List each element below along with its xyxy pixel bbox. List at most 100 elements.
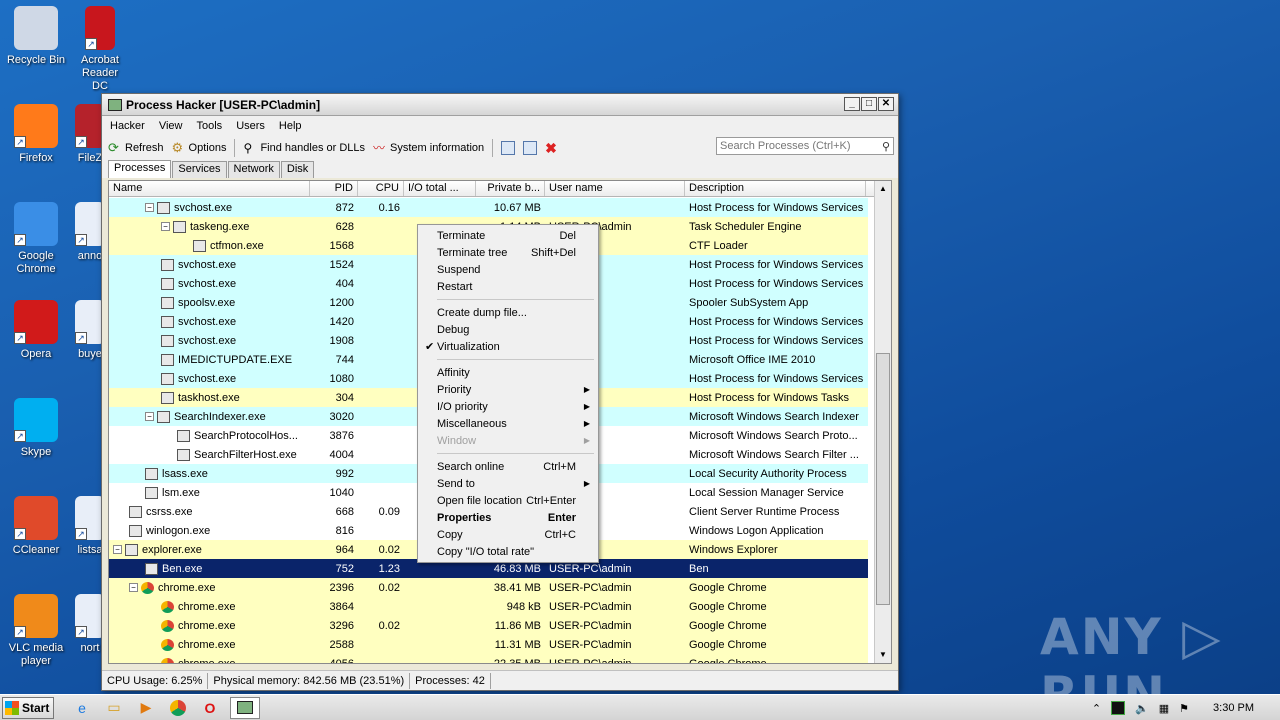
process-pid: 304 [335, 391, 354, 404]
submenu-arrow-icon: ▶ [583, 385, 590, 394]
column-header[interactable]: PID [310, 181, 358, 196]
menu-item-affinity[interactable]: Affinity [420, 364, 596, 381]
menu-item-priority[interactable]: Priority ▶ [420, 381, 596, 398]
process-hacker-tray-icon[interactable] [1111, 701, 1126, 715]
title-bar[interactable]: Process Hacker [USER-PC\admin] _ □ ✕ [102, 94, 898, 116]
process-row[interactable]: chrome.exe 2588 11.31 MB USER-PC\admin Googl… [109, 635, 868, 654]
collapse-toggle-icon[interactable]: − [113, 545, 122, 554]
show-hidden-icons-icon[interactable]: ⌃ [1092, 702, 1101, 715]
terminate-x-icon[interactable]: ✖ [545, 141, 559, 155]
process-pid: 404 [335, 277, 354, 290]
vertical-scrollbar[interactable]: ▲ ▼ [874, 181, 891, 663]
minimize-button[interactable]: _ [844, 97, 860, 111]
process-icon [161, 334, 174, 347]
menu-item-open-file-location[interactable]: Open file location Ctrl+Enter [420, 492, 596, 509]
tab-network[interactable]: Network [227, 161, 280, 178]
process-description: Local Security Authority Process [689, 467, 847, 480]
file-explorer-icon[interactable]: ▭ [102, 697, 126, 719]
menu-hacker[interactable]: Hacker [110, 120, 145, 132]
process-name: csrss.exe [146, 505, 193, 518]
column-header[interactable]: Private b... [476, 181, 545, 196]
menu-item-send-to[interactable]: Send to ▶ [420, 475, 596, 492]
start-button[interactable]: Start [2, 696, 54, 719]
chrome-taskbar-icon[interactable] [166, 697, 190, 719]
menu-item-miscellaneous[interactable]: Miscellaneous ▶ [420, 415, 596, 432]
process-hacker-taskbar-icon[interactable] [230, 696, 260, 719]
desktop-icon[interactable]: ↗ VLC media player [0, 594, 72, 668]
desktop-icon[interactable]: ↗ Google Chrome [0, 202, 72, 276]
column-header[interactable]: CPU [358, 181, 404, 196]
scroll-down-icon[interactable]: ▼ [875, 647, 891, 663]
collapse-toggle-icon[interactable]: − [145, 203, 154, 212]
chrome-process-icon [161, 657, 174, 663]
find-handles-button[interactable]: ⚲ Find handles or DLLs [243, 141, 365, 155]
process-row[interactable]: − svchost.exe 872 0.16 10.67 MB Host Process … [109, 198, 868, 217]
binoculars-icon: ⚲ [243, 141, 253, 155]
column-header[interactable]: Description [685, 181, 866, 196]
menu-item-suspend[interactable]: Suspend [420, 261, 596, 278]
menu-item-search-online[interactable]: Search online Ctrl+M [420, 458, 596, 475]
windows-logo-icon [5, 700, 19, 715]
media-player-icon[interactable]: ▶ [134, 697, 158, 719]
menu-item-properties[interactable]: Properties Enter [420, 509, 596, 526]
flag-icon[interactable]: ⚑ [1179, 702, 1189, 715]
process-description: Client Server Runtime Process [689, 505, 840, 518]
opera-icon: ↗ [14, 300, 58, 344]
window-go-icon[interactable] [523, 141, 538, 155]
options-button[interactable]: ⚙ Options [172, 141, 227, 155]
menu-help[interactable]: Help [279, 120, 302, 132]
process-row[interactable]: chrome.exe 3864 948 kB USER-PC\admin Google … [109, 597, 868, 616]
desktop-icon[interactable]: ↗ Acrobat Reader DC [76, 6, 124, 93]
process-private-bytes: 46.83 MB [493, 562, 541, 575]
close-button[interactable]: ✕ [878, 97, 894, 111]
collapse-toggle-icon[interactable]: − [161, 222, 170, 231]
scrollbar-thumb[interactable] [876, 353, 890, 605]
column-header[interactable]: I/O total ... [404, 181, 476, 196]
system-information-button[interactable]: 〰 System information [373, 141, 484, 155]
desktop-icon[interactable]: ↗ Skype [0, 398, 72, 459]
process-row[interactable]: chrome.exe 3296 0.02 11.86 MB USER-PC\admin G… [109, 616, 868, 635]
shortcut-arrow-icon: ↗ [75, 528, 87, 540]
clock[interactable]: 3:30 PM [1213, 702, 1254, 714]
shortcut-arrow-icon: ↗ [14, 430, 26, 442]
opera-taskbar-icon[interactable]: O [198, 697, 222, 719]
tab-processes[interactable]: Processes [108, 160, 172, 178]
menu-item-virtualization[interactable]: ✔ Virtualization [420, 338, 596, 355]
desktop-icon[interactable]: ↗ CCleaner [0, 496, 72, 557]
menu-users[interactable]: Users [236, 120, 265, 132]
menu-view[interactable]: View [159, 120, 183, 132]
maximize-button[interactable]: □ [861, 97, 877, 111]
scroll-up-icon[interactable]: ▲ [875, 181, 891, 197]
speaker-icon[interactable]: 🔈 [1135, 702, 1149, 715]
desktop-icon[interactable]: Recycle Bin [0, 6, 72, 67]
process-pid: 816 [335, 524, 354, 537]
process-row[interactable]: chrome.exe 4056 22.35 MB USER-PC\admin Googl… [109, 654, 868, 663]
search-input[interactable]: Search Processes (Ctrl+K) ⚲ [716, 137, 894, 155]
process-row[interactable]: − chrome.exe 2396 0.02 38.41 MB USER-PC\admin… [109, 578, 868, 597]
desktop-icon[interactable]: ↗ Firefox [0, 104, 72, 165]
menu-item-copy-i-o-total-rate[interactable]: Copy "I/O total rate" [420, 543, 596, 560]
menu-item-terminate-tree[interactable]: Terminate tree Shift+Del [420, 244, 596, 261]
process-icon [177, 448, 190, 461]
tab-services[interactable]: Services [172, 161, 227, 178]
column-header[interactable]: User name [545, 181, 685, 196]
shortcut-arrow-icon: ↗ [75, 626, 87, 638]
network-icon[interactable]: ▦ [1159, 702, 1169, 715]
menu-item-copy[interactable]: Copy Ctrl+C [420, 526, 596, 543]
window-icon[interactable] [501, 141, 516, 155]
column-header[interactable]: Name [109, 181, 310, 196]
process-name: IMEDICTUPDATE.EXE [178, 353, 293, 366]
menu-item-i-o-priority[interactable]: I/O priority ▶ [420, 398, 596, 415]
menu-tools[interactable]: Tools [197, 120, 223, 132]
menu-item-restart[interactable]: Restart [420, 278, 596, 295]
cpu-usage-status: CPU Usage: 6.25% [102, 672, 209, 689]
collapse-toggle-icon[interactable]: − [129, 583, 138, 592]
collapse-toggle-icon[interactable]: − [145, 412, 154, 421]
menu-item-create-dump-file[interactable]: Create dump file... [420, 304, 596, 321]
internet-explorer-icon[interactable]: e [70, 697, 94, 719]
menu-item-terminate[interactable]: Terminate Del [420, 227, 596, 244]
refresh-button[interactable]: ⟳ Refresh [108, 141, 164, 155]
menu-item-debug[interactable]: Debug [420, 321, 596, 338]
desktop-icon[interactable]: ↗ Opera [0, 300, 72, 361]
tab-disk[interactable]: Disk [280, 161, 315, 178]
